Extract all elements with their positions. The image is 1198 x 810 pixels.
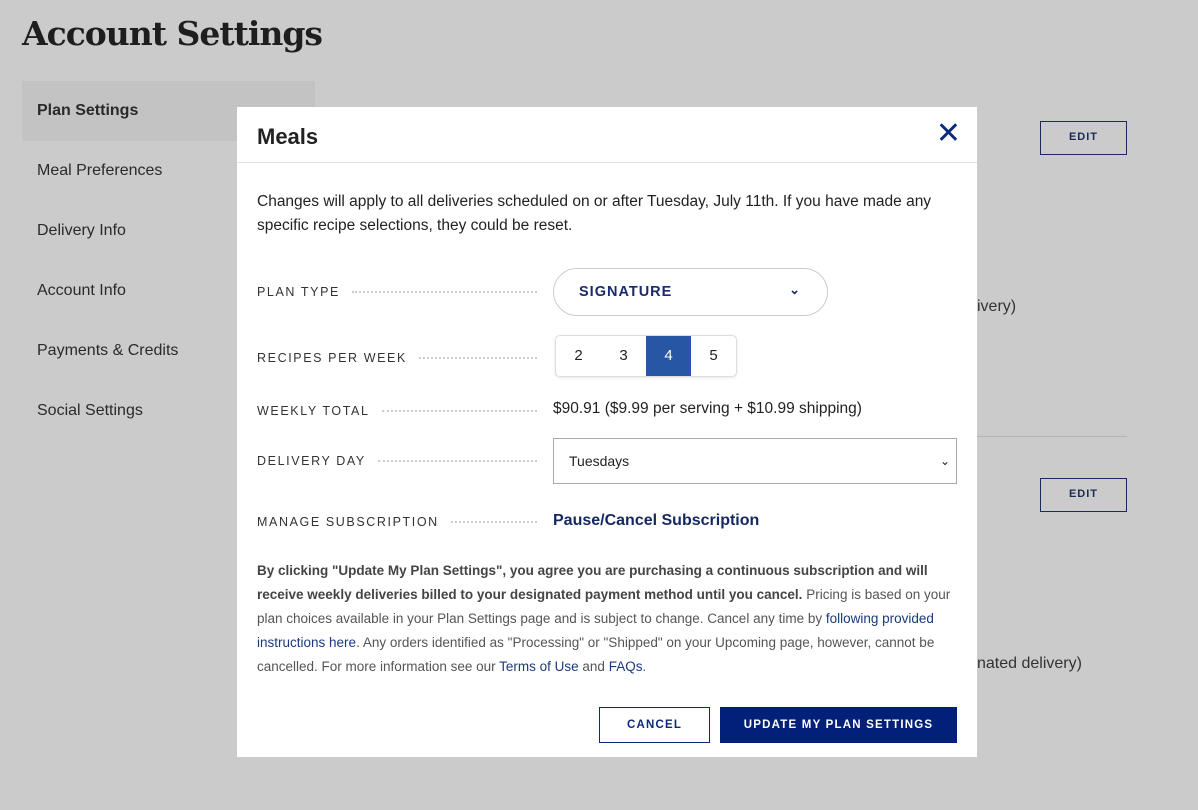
recipes-option-2[interactable]: 2	[556, 336, 601, 376]
update-plan-button[interactable]: UPDATE MY PLAN SETTINGS	[720, 707, 957, 743]
edit-button[interactable]: EDIT	[1040, 121, 1127, 155]
plan-type-dropdown[interactable]: SIGNATURE ⌄	[553, 268, 828, 316]
delivery-day-select[interactable]: Tuesdays ⌄	[553, 438, 957, 484]
weekly-total-label: WEEKLY TOTAL	[257, 404, 370, 418]
manage-row: MANAGE SUBSCRIPTION	[257, 515, 537, 529]
pause-cancel-link[interactable]: Pause/Cancel Subscription	[553, 512, 759, 530]
intro-text: Changes will apply to all deliveries sch…	[257, 193, 932, 234]
meals-modal: Meals ✕ Changes will apply to all delive…	[237, 107, 977, 757]
modal-title: Meals	[257, 124, 319, 149]
modal-header: Meals ✕	[237, 107, 977, 163]
legal-text: By clicking "Update My Plan Settings", y…	[257, 559, 957, 679]
delivery-day-label: DELIVERY DAY	[257, 454, 366, 468]
chevron-down-icon: ⌄	[789, 282, 801, 297]
weekly-total-row: WEEKLY TOTAL	[257, 404, 537, 418]
recipes-selector: 2 3 4 5	[555, 335, 737, 377]
background-text: ivery)	[977, 298, 1017, 315]
faqs-link[interactable]: FAQs	[609, 659, 643, 674]
plan-type-value: SIGNATURE	[579, 284, 673, 300]
delivery-day-row: DELIVERY DAY	[257, 454, 537, 468]
cancel-button[interactable]: CANCEL	[599, 707, 710, 743]
legal-text-part: and	[578, 659, 609, 674]
divider	[977, 436, 1127, 437]
recipes-option-3[interactable]: 3	[601, 336, 646, 376]
chevron-down-icon: ⌄	[939, 454, 950, 468]
weekly-total-value: $90.91 ($9.99 per serving + $10.99 shipp…	[553, 400, 862, 417]
manage-label: MANAGE SUBSCRIPTION	[257, 515, 439, 529]
recipes-option-5[interactable]: 5	[691, 336, 736, 376]
terms-link[interactable]: Terms of Use	[499, 659, 579, 674]
recipes-label: RECIPES PER WEEK	[257, 351, 407, 365]
delivery-day-value: Tuesdays	[569, 453, 630, 469]
close-icon[interactable]: ✕	[936, 119, 961, 149]
edit-button[interactable]: EDIT	[1040, 478, 1127, 512]
background-text: nated delivery)	[977, 655, 1082, 672]
plan-type-row: PLAN TYPE	[257, 285, 537, 299]
page-title: Account Settings	[22, 14, 323, 53]
plan-type-label: PLAN TYPE	[257, 285, 340, 299]
recipes-row: RECIPES PER WEEK	[257, 351, 537, 365]
recipes-option-4[interactable]: 4	[646, 336, 691, 376]
legal-text-part: .	[642, 659, 647, 674]
